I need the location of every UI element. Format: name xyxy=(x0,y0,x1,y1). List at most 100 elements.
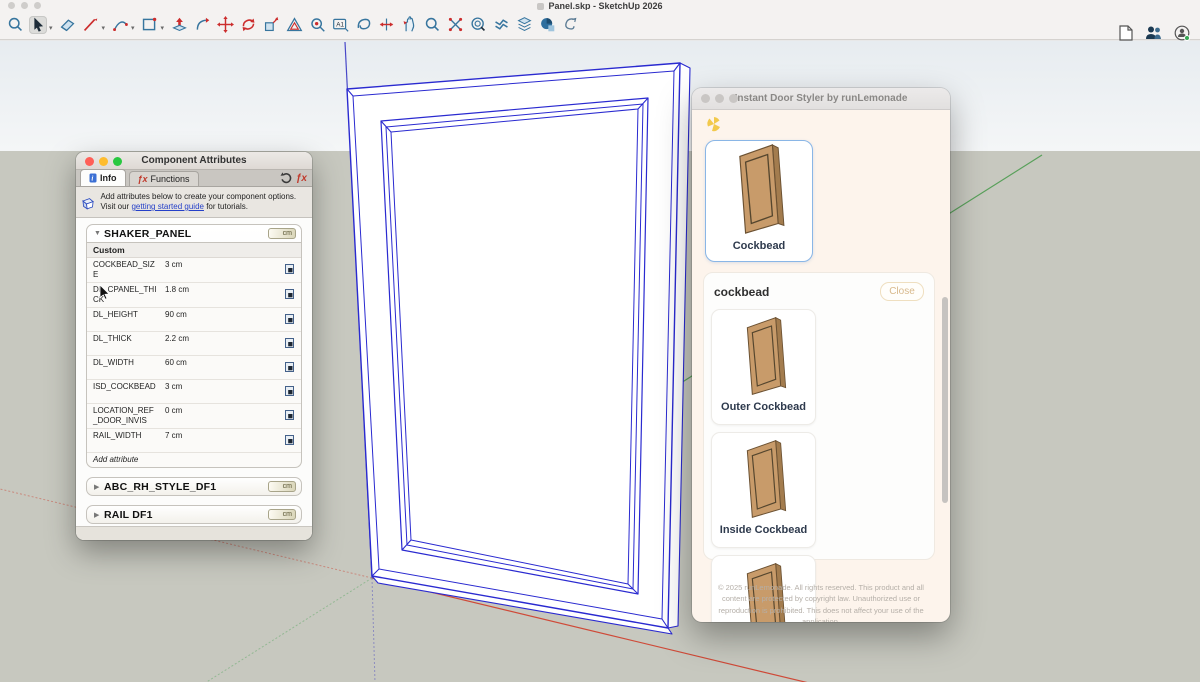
attribute-name: COCKBEAD_SIZE xyxy=(93,260,157,280)
attribute-value[interactable]: 90 cm xyxy=(157,310,285,319)
attribute-value[interactable]: 2.2 cm xyxy=(157,334,285,343)
edit-function-icon[interactable]: ƒx xyxy=(296,173,307,184)
line-tool-icon[interactable] xyxy=(82,16,100,34)
attribute-detail-icon[interactable] xyxy=(285,358,297,377)
tab-info[interactable]: i Info xyxy=(80,169,126,186)
arc-tool-icon[interactable] xyxy=(111,16,129,34)
attribute-detail-icon[interactable] xyxy=(285,406,297,425)
expand-triangle-icon[interactable]: ▶ xyxy=(94,511,104,519)
layers-icon[interactable] xyxy=(515,16,533,34)
arc-dropdown-caret[interactable]: ▾ xyxy=(131,24,135,32)
refresh-icon[interactable] xyxy=(280,172,292,184)
component-attributes-window: Component Attributes i Info ƒx Functions… xyxy=(76,152,312,540)
ids-minimize-button[interactable] xyxy=(715,94,724,103)
ca-footer-strip xyxy=(76,526,312,540)
attribute-row: DL_WIDTH60 cm xyxy=(87,356,301,380)
attribute-value[interactable]: 7 cm xyxy=(157,431,285,440)
attribute-detail-icon[interactable] xyxy=(285,260,297,279)
tab-info-label: Info xyxy=(100,173,117,183)
select-dropdown-caret[interactable]: ▾ xyxy=(49,24,53,32)
ids-close-button[interactable] xyxy=(701,94,710,103)
flip-tool-icon[interactable] xyxy=(377,16,395,34)
attribute-name: DL_THICK xyxy=(93,334,157,344)
copyright-text: © 2025 runLemonade. All rights reserved.… xyxy=(692,582,950,622)
document-proxy-icon xyxy=(537,3,544,10)
select-tool-icon[interactable] xyxy=(29,16,47,34)
lasso-tool-icon[interactable] xyxy=(561,16,579,34)
attribute-detail-icon[interactable] xyxy=(285,310,297,329)
tape-measure-icon[interactable] xyxy=(308,16,326,34)
attribute-value[interactable]: 3 cm xyxy=(157,260,285,269)
tab-functions[interactable]: ƒx Functions xyxy=(129,171,199,186)
app-titlebar: Panel.skp - SketchUp 2026 xyxy=(0,0,1200,10)
collapse-triangle-icon[interactable]: ▼ xyxy=(94,230,104,237)
eraser-icon[interactable] xyxy=(59,16,77,34)
spiral-tool-icon[interactable] xyxy=(469,16,487,34)
search-icon[interactable] xyxy=(6,16,24,34)
styles-sphere-icon[interactable] xyxy=(538,16,556,34)
shapes-dropdown-caret[interactable]: ▾ xyxy=(161,24,165,32)
scale-tool-icon[interactable] xyxy=(262,16,280,34)
attribute-row: DL_HEIGHT90 cm xyxy=(87,308,301,332)
collapsed-section[interactable]: ▶ABC_RH_STYLE_DF1cm xyxy=(86,477,302,496)
add-attribute-row[interactable]: + Add attribute xyxy=(87,453,301,467)
ca-window-controls[interactable] xyxy=(85,157,122,166)
component-attributes-titlebar[interactable]: Component Attributes xyxy=(76,152,312,170)
collapsed-section[interactable]: ▶RAIL DF1cm xyxy=(86,505,302,524)
attribute-detail-icon[interactable] xyxy=(285,334,297,353)
shell-tool-icon[interactable] xyxy=(354,16,372,34)
mouse-cursor xyxy=(99,284,110,305)
section-header[interactable]: ▼ SHAKER_PANEL cm xyxy=(87,225,301,242)
attribute-value[interactable]: 3 cm xyxy=(157,382,285,391)
collapsed-sections: ▶ABC_RH_STYLE_DF1cm▶RAIL DF1cm▶LH STYLE … xyxy=(86,477,302,526)
tab-functions-label: Functions xyxy=(151,174,190,184)
attribute-value[interactable]: 1.8 cm xyxy=(157,285,285,294)
add-attribute-label: Add attribute xyxy=(93,455,138,464)
shapes-tool-icon[interactable] xyxy=(141,16,159,34)
attribute-row: ISD_COCKBEAD3 cm xyxy=(87,380,301,404)
attribute-row: RAIL_WIDTH7 cm xyxy=(87,429,301,453)
scrollbar-thumb[interactable] xyxy=(942,297,948,503)
ids-window-controls[interactable] xyxy=(701,94,738,103)
style-option-card[interactable]: Inside Cockbead xyxy=(711,432,816,548)
attribute-detail-icon[interactable] xyxy=(285,382,297,401)
ca-zoom-button[interactable] xyxy=(113,157,122,166)
ca-tab-bar: i Info ƒx Functions ƒx xyxy=(76,170,312,187)
selected-style-card[interactable]: Cockbead xyxy=(705,140,813,262)
push-pull-icon[interactable] xyxy=(170,16,188,34)
line-dropdown-caret[interactable]: ▾ xyxy=(102,24,106,32)
group-header: Custom xyxy=(87,243,301,258)
style-option-card[interactable]: Outer Cockbead xyxy=(711,309,816,425)
offset-tool-icon[interactable] xyxy=(285,16,303,34)
expand-triangle-icon[interactable]: ▶ xyxy=(94,483,104,491)
text-tool-icon[interactable]: A1 xyxy=(331,16,349,34)
rotate-tool-icon[interactable] xyxy=(239,16,257,34)
door-thumbnail xyxy=(706,143,812,240)
attribute-name: RAIL_WIDTH xyxy=(93,431,157,441)
section-shaker-panel: ▼ SHAKER_PANEL cm Custom COCKBEAD_SIZE3 … xyxy=(86,224,302,468)
follow-me-icon[interactable] xyxy=(193,16,211,34)
attribute-detail-icon[interactable] xyxy=(285,431,297,450)
zoom-tool-icon[interactable] xyxy=(423,16,441,34)
attribute-detail-icon[interactable] xyxy=(285,285,297,304)
ca-minimize-button[interactable] xyxy=(99,157,108,166)
unit-button[interactable]: cm xyxy=(268,509,296,520)
ca-close-button[interactable] xyxy=(85,157,94,166)
unit-button[interactable]: cm xyxy=(268,481,296,492)
close-button[interactable]: Close xyxy=(880,282,924,301)
pan-hand-icon[interactable] xyxy=(400,16,418,34)
attribute-value[interactable]: 0 cm xyxy=(157,406,285,415)
ids-zoom-button[interactable] xyxy=(729,94,738,103)
zoom-extents-icon[interactable] xyxy=(446,16,464,34)
move-tool-icon[interactable] xyxy=(216,16,234,34)
ca-content[interactable]: ▼ SHAKER_PANEL cm Custom COCKBEAD_SIZE3 … xyxy=(76,218,312,526)
attribute-row: DL_CPANEL_THICK1.8 cm xyxy=(87,283,301,308)
attribute-value[interactable]: 60 cm xyxy=(157,358,285,367)
soften-edges-icon[interactable] xyxy=(492,16,510,34)
door-styler-titlebar[interactable]: Instant Door Styler by runLemonade xyxy=(692,88,950,110)
getting-started-link[interactable]: getting started guide xyxy=(131,202,204,211)
door-styler-window: Instant Door Styler by runLemonade Cockb… xyxy=(692,88,950,622)
attribute-row: LOCATION_REF_DOOR_INVIS0 cm xyxy=(87,404,301,429)
selected-style-label: Cockbead xyxy=(706,240,812,252)
unit-button[interactable]: cm xyxy=(268,228,296,239)
